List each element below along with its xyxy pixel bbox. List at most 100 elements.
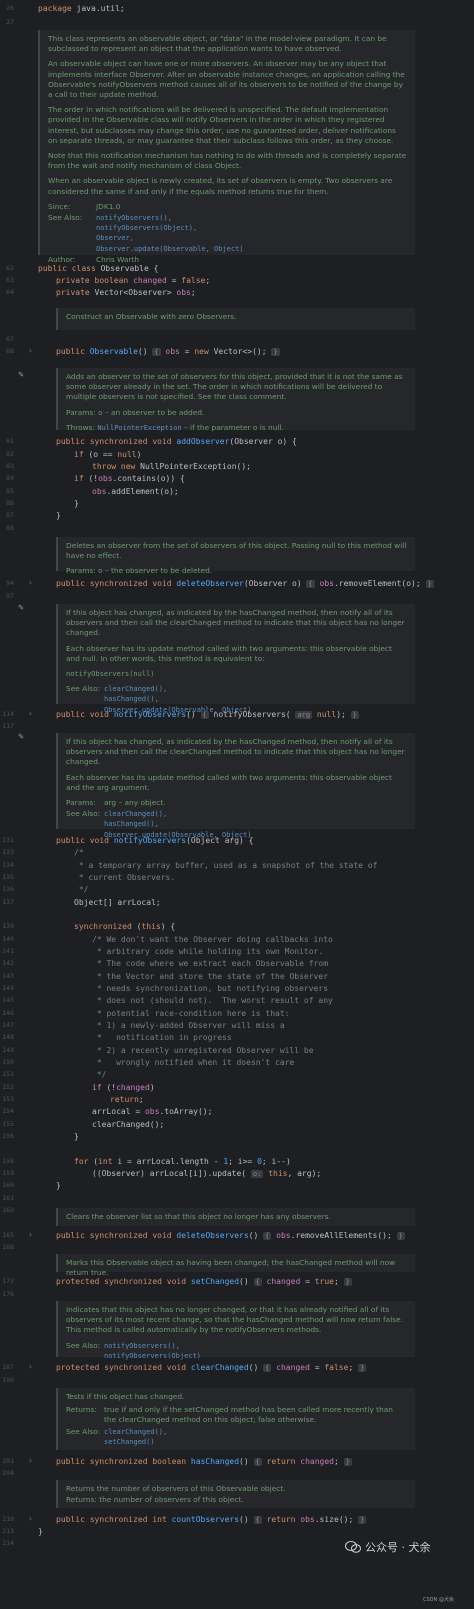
doc-paragraph: Each observer has its update method call… xyxy=(66,772,392,792)
code-line[interactable]: return; xyxy=(110,1094,144,1105)
line-number: 86 xyxy=(6,499,14,507)
class-javadoc: This class represents an observable obje… xyxy=(38,30,415,264)
code-line[interactable]: } xyxy=(56,1180,61,1191)
code-line[interactable]: if (!changed) xyxy=(92,1082,155,1093)
doc-params: Params: o – the observer to be deleted. xyxy=(66,566,213,576)
code-line-class-decl[interactable]: public class Observable { xyxy=(38,263,158,274)
fold-chevron-icon[interactable]: › xyxy=(28,1362,33,1372)
code-comment[interactable]: /* xyxy=(74,847,84,858)
code-line[interactable]: arrLocal = obs.toArray(); xyxy=(92,1106,212,1117)
doc-paragraph: If this object has changed, as indicated… xyxy=(66,737,405,767)
line-number: 81 xyxy=(6,437,14,445)
doc-throws-link[interactable]: NullPointerException xyxy=(97,424,181,432)
line-number: 176 xyxy=(2,1290,14,1298)
code-comment[interactable]: * current Observers. xyxy=(74,872,175,883)
code-comment[interactable]: * The code where we extract each Observa… xyxy=(92,958,328,969)
code-line[interactable]: for (int i = arrLocal.length - 1; i>= 0;… xyxy=(74,1156,291,1167)
line-number: 114 xyxy=(2,710,14,718)
line-number: 204 xyxy=(2,1469,14,1477)
code-comment[interactable]: /* We don't want the Observer doing call… xyxy=(92,934,333,945)
delete-observer-javadoc: Deletes an observer from the set of obse… xyxy=(56,537,415,575)
code-line[interactable]: ((Observer) arrLocal[i]).update( o: this… xyxy=(92,1168,321,1179)
doc-see-label: See Also: xyxy=(48,213,83,223)
line-number: 140 xyxy=(2,935,14,943)
code-line[interactable]: obs.addElement(o); xyxy=(92,486,179,497)
code-comment[interactable]: * potential race-condition here is that: xyxy=(92,1008,290,1019)
code-line-ctor[interactable]: public Observable() { obs = new Vector<>… xyxy=(56,346,280,357)
edit-doc-pencil-icon[interactable]: ✎ xyxy=(17,604,25,613)
code-line-field-changed[interactable]: private boolean changed = false; xyxy=(56,275,210,286)
doc-paragraph: Adds an observer to the set of observers… xyxy=(66,372,403,402)
code-line-field-obs[interactable]: private Vector<Observer> obs; xyxy=(56,287,196,298)
code-line-add-observer[interactable]: public synchronized void addObserver(Obs… xyxy=(56,436,297,447)
code-line-delete-observer[interactable]: public synchronized void deleteObserver(… xyxy=(56,578,434,589)
code-comment[interactable]: */ xyxy=(74,884,89,895)
edit-doc-pencil-icon[interactable]: ✎ xyxy=(17,733,25,742)
code-line[interactable]: Object[] arrLocal; xyxy=(74,897,161,908)
ctor-javadoc: Construct an Observable with zero Observ… xyxy=(56,308,415,330)
fold-chevron-icon[interactable]: › xyxy=(28,709,33,719)
code-line-count-observers[interactable]: public synchronized int countObservers()… xyxy=(56,1514,367,1525)
line-number: 155 xyxy=(2,1120,14,1128)
doc-since-value: JDK1.0 xyxy=(96,201,121,211)
fold-chevron-icon[interactable]: › xyxy=(28,1514,33,1524)
fold-chevron-icon[interactable]: › xyxy=(28,578,33,588)
fold-chevron-icon[interactable]: › xyxy=(28,1456,33,1466)
doc-see-label: See Also: xyxy=(66,1340,101,1350)
code-line[interactable]: synchronized (this) { xyxy=(74,921,175,932)
code-comment[interactable]: */ xyxy=(92,1069,107,1080)
line-number: 201 xyxy=(2,1457,14,1465)
doc-see-links[interactable]: notifyObservers(), notifyObservers(Objec… xyxy=(104,1341,407,1361)
notify-observers-arg-javadoc: If this object has changed, as indicated… xyxy=(56,733,415,839)
code-comment[interactable]: * 1) a newly-added Observer will miss a xyxy=(92,1020,285,1031)
line-number: 190 xyxy=(2,1376,14,1384)
code-line[interactable]: throw new NullPointerException(); xyxy=(92,461,251,472)
code-line[interactable]: } xyxy=(74,498,79,509)
set-changed-javadoc: Marks this Observable object as having b… xyxy=(56,1254,415,1277)
code-comment[interactable]: * does not (should not). The worst resul… xyxy=(92,995,333,1006)
code-comment[interactable]: * notification in progress xyxy=(92,1032,232,1043)
doc-code: notifyObservers(null) xyxy=(66,670,155,679)
code-line-has-changed[interactable]: public synchronized boolean hasChanged()… xyxy=(56,1456,352,1467)
doc-paragraph: Note that this notification mechanism ha… xyxy=(48,151,407,171)
line-number: 82 xyxy=(6,450,14,458)
code-line[interactable]: clearChanged(); xyxy=(92,1119,164,1130)
code-comment[interactable]: * wrongly notified when it doesn't care xyxy=(92,1057,294,1068)
line-number: 135 xyxy=(2,873,14,881)
line-number: 151 xyxy=(2,1070,14,1078)
doc-params-value: arg – any object. xyxy=(104,798,166,808)
code-line-notify-observers[interactable]: public void notifyObservers() { notifyOb… xyxy=(56,709,359,720)
line-number: 68 xyxy=(6,347,14,355)
fold-chevron-icon[interactable]: › xyxy=(28,1230,33,1240)
doc-throws-rest: – if the parameter o is null. xyxy=(181,422,284,432)
code-comment[interactable]: * a temporary array buffer, used as a sn… xyxy=(74,860,378,871)
line-number: 144 xyxy=(2,984,14,992)
doc-see-links[interactable]: clearChanged(), setChanged() xyxy=(104,1427,407,1447)
code-comment[interactable]: * arbitrary code while holding its own M… xyxy=(92,946,323,957)
code-line-set-changed[interactable]: protected synchronized void setChanged()… xyxy=(56,1276,352,1287)
doc-see-links[interactable]: notifyObservers(), notifyObservers(Objec… xyxy=(96,213,407,254)
line-number: 153 xyxy=(2,1095,14,1103)
code-line-notify-observers-arg[interactable]: public void notifyObservers(Object arg) … xyxy=(56,835,254,846)
line-number: 159 xyxy=(2,1169,14,1177)
code-comment[interactable]: * 2) a recently unregistered Observer wi… xyxy=(92,1045,314,1056)
edit-doc-pencil-icon[interactable]: ✎ xyxy=(17,371,25,380)
code-comment[interactable]: * the Vector and store the state of the … xyxy=(92,971,328,982)
code-line[interactable]: } xyxy=(56,510,61,521)
code-line-class-end[interactable]: } xyxy=(38,1526,43,1537)
watermark-text: 公众号 · 犬余 xyxy=(365,1541,431,1554)
doc-since-label: Since: xyxy=(48,201,71,211)
code-line[interactable]: if (o == null) xyxy=(74,449,141,460)
code-comment[interactable]: * needs synchronization, but notifying o… xyxy=(92,983,328,994)
code-line-clear-changed[interactable]: protected synchronized void clearChanged… xyxy=(56,1362,367,1373)
doc-returns-value: true if and only if the setChanged metho… xyxy=(104,1405,393,1425)
line-number: 131 xyxy=(2,836,14,844)
code-line-delete-observers[interactable]: public synchronized void deleteObservers… xyxy=(56,1230,405,1241)
doc-paragraph: Deletes an observer from the set of obse… xyxy=(66,541,407,561)
line-number: 152 xyxy=(2,1083,14,1091)
code-line[interactable]: if (!obs.contains(o)) { xyxy=(74,473,185,484)
line-number: 145 xyxy=(2,996,14,1004)
code-line[interactable]: } xyxy=(74,1131,79,1142)
fold-chevron-icon[interactable]: › xyxy=(28,346,33,356)
code-line-package[interactable]: package java.util; xyxy=(38,3,125,14)
